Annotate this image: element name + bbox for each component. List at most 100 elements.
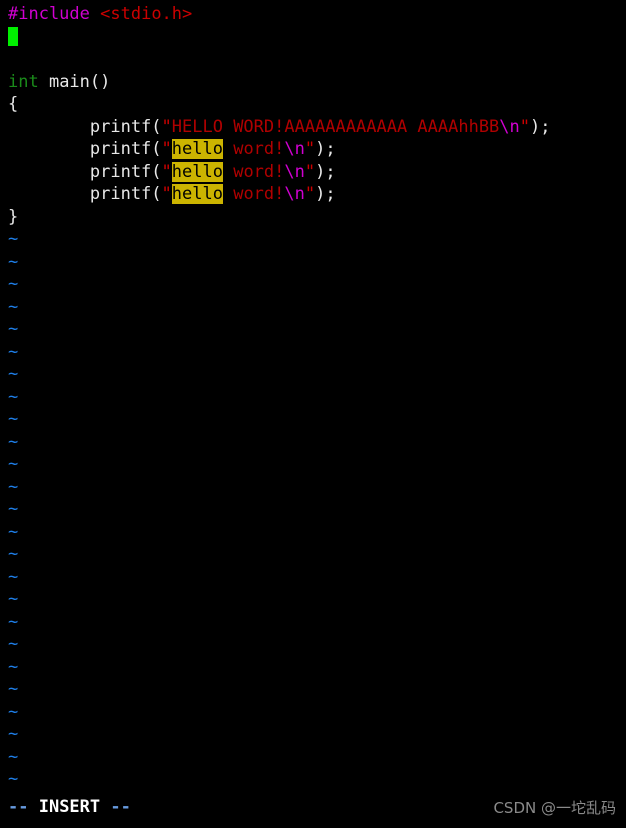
filler-line: ~ [8, 543, 626, 566]
filler-line: ~ [8, 431, 626, 454]
code-token: \n [284, 139, 305, 159]
code-lines[interactable]: #include <stdio.h> int main(){ printf("H… [8, 3, 626, 228]
filler-line: ~ [8, 296, 626, 319]
tilde-icon: ~ [8, 769, 19, 789]
code-token: word! [222, 161, 285, 182]
code-token: HELLO WORD!AAAAAAAAAAAA AAAAhhBB [171, 116, 500, 137]
code-token: ); [530, 116, 551, 137]
filler-line: ~ [8, 318, 626, 341]
code-line[interactable] [8, 48, 626, 71]
tilde-icon: ~ [8, 251, 19, 272]
filler-line: ~ [8, 701, 626, 724]
tilde-icon: ~ [8, 701, 19, 722]
search-match: hello [171, 161, 223, 182]
code-token: #include [8, 4, 90, 24]
code-token: " [304, 161, 316, 182]
tilde-icon: ~ [8, 566, 19, 587]
code-token: printf( [8, 116, 162, 137]
tilde-icon: ~ [8, 386, 19, 407]
code-token: " [304, 139, 316, 159]
code-token: main() [38, 71, 111, 92]
filler-line: ~ [8, 656, 626, 679]
filler-line: ~ [8, 408, 626, 431]
filler-line: ~ [8, 453, 626, 476]
tilde-icon: ~ [8, 589, 19, 609]
code-line[interactable]: { [8, 93, 626, 116]
editor-buffer[interactable]: #include <stdio.h> int main(){ printf("H… [0, 0, 626, 812]
code-token: word! [222, 184, 285, 204]
code-token: word! [222, 139, 285, 159]
filler-line: ~ [8, 251, 626, 274]
code-token: " [161, 139, 172, 159]
filler-line: ~ [8, 341, 626, 364]
code-token: " [304, 184, 316, 204]
code-line[interactable]: printf("hello word!\n"); [8, 183, 626, 206]
filler-line: ~ [8, 476, 626, 499]
tilde-icon: ~ [8, 499, 19, 519]
filler-line: ~ [8, 611, 626, 634]
tilde-icon: ~ [8, 611, 19, 632]
tilde-icon: ~ [8, 634, 19, 654]
tilde-icon: ~ [8, 274, 19, 294]
filler-line: ~ [8, 386, 626, 409]
filler-line: ~ [8, 588, 626, 611]
code-line[interactable]: printf("hello word!\n"); [8, 138, 626, 161]
mode-label: INSERT [28, 797, 111, 817]
search-match: hello [171, 184, 223, 204]
code-token: printf( [8, 184, 162, 204]
code-token: " [161, 116, 172, 137]
tilde-icon: ~ [8, 319, 19, 339]
code-token: \n [284, 184, 305, 204]
filler-lines: ~~~~~~~~~~~~~~~~~~~~~~~~~~ [8, 228, 626, 813]
filler-line: ~ [8, 723, 626, 746]
filler-line: ~ [8, 273, 626, 296]
tilde-icon: ~ [8, 296, 19, 317]
tilde-icon: ~ [8, 431, 19, 452]
terminal-window[interactable]: #include <stdio.h> int main(){ printf("H… [0, 0, 626, 828]
mode-dash-right: -- [110, 797, 131, 817]
tilde-icon: ~ [8, 544, 19, 564]
search-match: hello [171, 139, 223, 159]
code-token: { [8, 94, 19, 114]
tilde-icon: ~ [8, 746, 19, 767]
code-token: <stdio.h> [100, 4, 193, 24]
tilde-icon: ~ [8, 476, 19, 497]
tilde-icon: ~ [8, 364, 19, 384]
filler-line: ~ [8, 521, 626, 544]
code-token: " [161, 161, 172, 182]
code-line[interactable]: printf("hello word!\n"); [8, 161, 626, 184]
code-token: \n [499, 116, 520, 137]
tilde-icon: ~ [8, 724, 19, 744]
code-line[interactable]: printf("HELLO WORD!AAAAAAAAAAAA AAAAhhBB… [8, 116, 626, 139]
code-line[interactable]: } [8, 206, 626, 229]
filler-line: ~ [8, 746, 626, 769]
code-token: printf( [8, 139, 162, 159]
tilde-icon: ~ [8, 454, 19, 474]
mode-indicator: -- INSERT -- [8, 796, 131, 818]
mode-dash-left: -- [8, 797, 29, 817]
code-token: " [519, 116, 531, 137]
tilde-icon: ~ [8, 679, 19, 699]
code-line[interactable] [8, 26, 626, 49]
csdn-watermark: CSDN @一坨乱码 [493, 799, 616, 817]
code-token: \n [284, 161, 305, 182]
filler-line: ~ [8, 498, 626, 521]
filler-line: ~ [8, 566, 626, 589]
tilde-icon: ~ [8, 229, 19, 249]
filler-line: ~ [8, 363, 626, 386]
tilde-icon: ~ [8, 656, 19, 677]
tilde-icon: ~ [8, 341, 19, 362]
code-token: ); [315, 161, 336, 182]
tilde-icon: ~ [8, 409, 19, 429]
code-token: ); [315, 139, 336, 159]
code-line[interactable]: #include <stdio.h> [8, 3, 626, 26]
tilde-icon: ~ [8, 521, 19, 542]
status-line: -- INSERT -- CSDN @一坨乱码 [0, 788, 626, 828]
code-token: ); [315, 184, 336, 204]
code-token: int [8, 71, 39, 92]
code-token: printf( [8, 161, 162, 182]
code-token: } [8, 206, 19, 227]
code-line[interactable]: int main() [8, 71, 626, 94]
filler-line: ~ [8, 228, 626, 251]
